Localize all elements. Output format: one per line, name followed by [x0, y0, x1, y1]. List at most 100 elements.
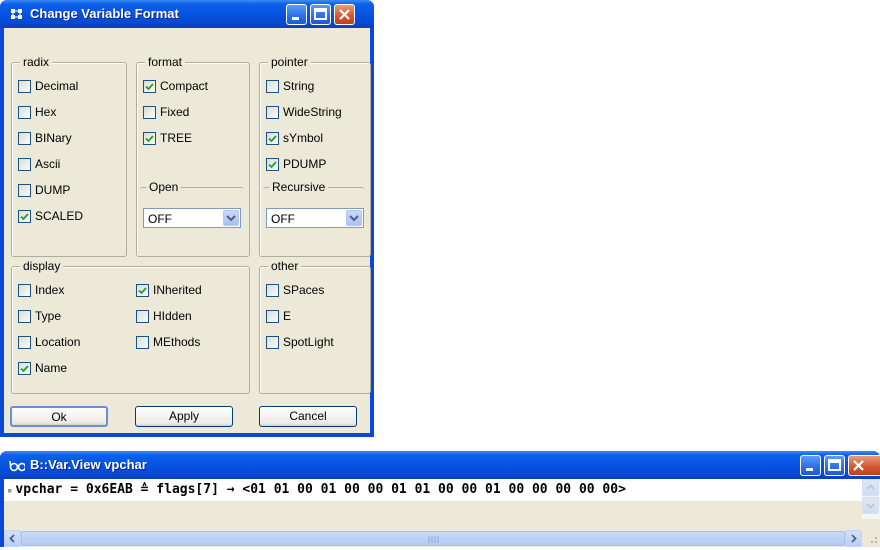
checkbox-box[interactable]	[18, 105, 31, 119]
checkbox-box[interactable]	[18, 209, 31, 223]
varview-title: B::Var.View vpchar	[30, 457, 147, 472]
checkbox-box[interactable]	[18, 79, 31, 93]
checkbox-widestring[interactable]: WideString	[266, 104, 342, 120]
checkbox-box[interactable]	[18, 309, 31, 323]
checkbox-name[interactable]: Name	[18, 360, 67, 376]
chevron-down-icon[interactable]	[346, 210, 362, 226]
checkbox-decimal[interactable]: Decimal	[18, 78, 78, 94]
checkbox-string[interactable]: String	[266, 78, 314, 94]
checkbox-box[interactable]	[266, 157, 279, 171]
checkbox-spotlight[interactable]: SpotLight	[266, 334, 334, 350]
checkbox-box[interactable]	[266, 79, 279, 93]
checkbox-box[interactable]	[136, 309, 149, 323]
checkbox-label: Hex	[35, 105, 57, 119]
checkbox-box[interactable]	[266, 335, 279, 349]
checkbox-binary[interactable]: BINary	[18, 130, 72, 146]
checkbox-tree[interactable]: TREE	[143, 130, 192, 146]
checkbox-type[interactable]: Type	[18, 308, 61, 324]
open-dropdown[interactable]: OFF	[143, 208, 241, 228]
checkbox-inherited[interactable]: INherited	[136, 282, 202, 298]
checkbox-fixed[interactable]: Fixed	[143, 104, 189, 120]
cancel-button[interactable]: Cancel	[259, 406, 357, 427]
apply-button[interactable]: Apply	[135, 406, 233, 427]
checkbox-pdump[interactable]: PDUMP	[266, 156, 326, 172]
checkbox-box[interactable]	[18, 361, 31, 375]
checkbox-box[interactable]	[18, 335, 31, 349]
open-value: OFF	[148, 212, 172, 226]
checkbox-spaces[interactable]: SPaces	[266, 282, 324, 298]
checkbox-ascii[interactable]: Ascii	[18, 156, 60, 172]
close-button[interactable]	[848, 455, 880, 476]
checkbox-label: INherited	[153, 283, 202, 297]
scroll-up-button[interactable]	[862, 479, 879, 496]
minimize-button[interactable]	[286, 4, 307, 25]
checkbox-label: Fixed	[160, 105, 190, 119]
checkbox-label: Decimal	[35, 79, 79, 93]
scroll-right-button[interactable]	[845, 530, 862, 547]
variable-value: vpchar = 0x6EAB ≙ flags[7] → <01 01 00 0…	[15, 482, 626, 497]
variable-line[interactable]: ▪ vpchar = 0x6EAB ≙ flags[7] → <01 01 00 …	[4, 479, 862, 501]
close-icon	[339, 9, 350, 20]
checkbox-index[interactable]: Index	[18, 282, 64, 298]
close-button[interactable]	[334, 4, 355, 25]
checkbox-box[interactable]	[143, 79, 156, 93]
close-icon	[853, 460, 864, 471]
checkbox-box[interactable]	[136, 335, 149, 349]
recursive-dropdown[interactable]: OFF	[266, 208, 364, 228]
checkbox-methods[interactable]: MEthods	[136, 334, 200, 350]
checkbox-box[interactable]	[266, 131, 279, 145]
checkbox-label: SPaces	[283, 283, 325, 297]
glasses-icon	[9, 460, 25, 472]
checkbox-box[interactable]	[18, 183, 31, 197]
minimize-icon	[292, 17, 299, 20]
minimize-icon	[806, 468, 813, 471]
checkbox-box[interactable]	[143, 105, 156, 119]
minimize-button[interactable]	[800, 455, 821, 476]
resize-grip[interactable]	[862, 530, 880, 547]
scroll-down-button[interactable]	[862, 497, 879, 514]
checkbox-box[interactable]	[266, 309, 279, 323]
checkbox-hidden[interactable]: HIdden	[136, 308, 192, 324]
maximize-button[interactable]	[824, 455, 845, 476]
checkbox-box[interactable]	[266, 283, 279, 297]
scroll-thumb[interactable]	[21, 531, 845, 546]
pointer-group: pointer String WideString sYmbol PDUMP R…	[259, 55, 371, 257]
checkbox-dump[interactable]: DUMP	[18, 182, 70, 198]
ok-button[interactable]: Ok	[10, 406, 108, 427]
chevron-right-icon	[851, 534, 857, 543]
checkbox-box[interactable]	[266, 105, 279, 119]
chevron-down-icon[interactable]	[223, 210, 239, 226]
checkbox-location[interactable]: Location	[18, 334, 80, 350]
chevron-left-icon	[9, 534, 15, 543]
var-view-window: B::Var.View vpchar ▪ vpchar = 0x6EAB ≙ fl…	[0, 451, 880, 547]
checkmark-icon	[20, 364, 29, 372]
checkbox-box[interactable]	[136, 283, 149, 297]
display-label: display	[20, 259, 64, 273]
checkmark-icon	[145, 82, 154, 90]
checkbox-hex[interactable]: Hex	[18, 104, 56, 120]
vertical-scrollbar[interactable]	[862, 479, 880, 519]
varview-titlebar[interactable]: B::Var.View vpchar	[0, 451, 880, 479]
checkbox-box[interactable]	[18, 283, 31, 297]
checkbox-label: TREE	[160, 131, 193, 145]
maximize-button[interactable]	[310, 4, 331, 25]
checkbox-label: sYmbol	[283, 131, 324, 145]
horizontal-scrollbar[interactable]	[4, 530, 862, 547]
dialog-titlebar[interactable]: Change Variable Format	[0, 0, 374, 28]
scroll-left-button[interactable]	[4, 530, 21, 547]
pointer-label: pointer	[268, 55, 311, 69]
checkbox-e[interactable]: E	[266, 308, 291, 324]
checkbox-label: Index	[35, 283, 65, 297]
checkbox-compact[interactable]: Compact	[143, 78, 208, 94]
checkbox-label: BINary	[35, 131, 72, 145]
checkbox-scaled[interactable]: SCALED	[18, 208, 83, 224]
checkbox-symbol[interactable]: sYmbol	[266, 130, 323, 146]
checkbox-box[interactable]	[18, 157, 31, 171]
other-label: other	[268, 259, 302, 273]
maximize-icon	[314, 8, 327, 20]
checkbox-box[interactable]	[18, 131, 31, 145]
checkbox-box[interactable]	[143, 131, 156, 145]
grip-icon	[428, 536, 439, 543]
radix-label: radix	[20, 55, 53, 69]
recursive-value: OFF	[271, 212, 295, 226]
